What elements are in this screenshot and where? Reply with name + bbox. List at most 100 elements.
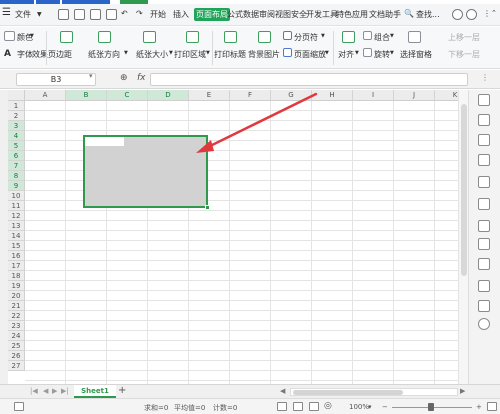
more-options-icon[interactable]: ⋮: [483, 9, 491, 18]
chevron-down-icon[interactable]: ▾: [368, 403, 372, 411]
row-header[interactable]: 23: [8, 321, 25, 331]
chevron-down-icon[interactable]: ▾: [89, 72, 93, 80]
select-icon[interactable]: [478, 114, 490, 126]
row-header[interactable]: 21: [8, 301, 25, 311]
bring-forward-button[interactable]: 上移一层: [448, 32, 480, 43]
menu-insert[interactable]: 插入: [173, 9, 189, 20]
print-preview-icon[interactable]: [106, 9, 117, 20]
row-header[interactable]: 12: [8, 211, 25, 221]
margins-icon[interactable]: [60, 31, 73, 43]
row-header[interactable]: 11: [8, 201, 25, 211]
column-header-b[interactable]: B: [66, 90, 107, 101]
row-header[interactable]: 27: [8, 361, 25, 371]
collapse-ribbon-icon[interactable]: ⌃: [491, 9, 497, 17]
scroll-left-icon[interactable]: ◀: [280, 387, 285, 395]
export-icon[interactable]: [478, 258, 490, 270]
color-scheme-icon[interactable]: [4, 31, 15, 41]
column-header-a[interactable]: A: [25, 90, 66, 101]
tools-icon[interactable]: [478, 300, 490, 312]
row-header[interactable]: 4: [8, 131, 25, 141]
more-options-icon[interactable]: ⋮: [481, 73, 489, 82]
menu-formulas[interactable]: 公式: [227, 9, 243, 20]
function-icon[interactable]: fx: [137, 73, 146, 83]
orientation-icon[interactable]: [98, 31, 111, 43]
menu-home[interactable]: 开始: [150, 9, 166, 20]
row-header[interactable]: 1: [8, 101, 25, 111]
row-header[interactable]: 13: [8, 221, 25, 231]
hamburger-menu-icon[interactable]: ☰: [2, 7, 11, 18]
first-sheet-icon[interactable]: |◀: [30, 387, 38, 395]
scroll-right-icon[interactable]: ▶: [460, 387, 465, 395]
menu-security[interactable]: 安全: [291, 9, 307, 20]
menu-file[interactable]: 文件: [15, 9, 31, 20]
chevron-down-icon[interactable]: ▼: [124, 50, 128, 56]
fill-handle[interactable]: [205, 205, 210, 210]
backup-icon[interactable]: [478, 280, 490, 292]
active-cell[interactable]: [85, 137, 124, 146]
normal-view-icon[interactable]: [277, 402, 287, 411]
selected-range[interactable]: [83, 135, 210, 210]
menu-developer[interactable]: 开发工具: [306, 9, 338, 20]
background-image-button[interactable]: 背景图片: [248, 49, 280, 60]
selection-pane-icon[interactable]: [408, 31, 421, 43]
select-all-corner[interactable]: [8, 90, 25, 101]
row-header[interactable]: 10: [8, 191, 25, 201]
next-sheet-icon[interactable]: ▶: [52, 387, 57, 395]
shape-icon[interactable]: [478, 134, 490, 146]
style-icon[interactable]: [478, 176, 490, 188]
format-icon[interactable]: [478, 198, 490, 210]
add-sheet-button[interactable]: +: [118, 385, 126, 397]
chevron-down-icon[interactable]: ▼: [206, 50, 210, 56]
last-sheet-icon[interactable]: ▶|: [61, 387, 69, 395]
row-header[interactable]: 6: [8, 151, 25, 161]
chart-icon[interactable]: [478, 238, 490, 250]
row-header[interactable]: 7: [8, 161, 25, 171]
chevron-down-icon[interactable]: ▼: [30, 33, 34, 39]
column-header-f[interactable]: F: [230, 90, 271, 101]
macro-icon[interactable]: [14, 402, 24, 411]
page-zoom-icon[interactable]: [283, 48, 292, 57]
search-box[interactable]: 查找...: [416, 9, 440, 20]
rotate-button[interactable]: 旋转: [374, 49, 390, 60]
paper-size-icon[interactable]: [143, 31, 156, 43]
row-header[interactable]: 24: [8, 331, 25, 341]
help-icon[interactable]: [478, 318, 490, 330]
send-backward-button[interactable]: 下移一层: [448, 49, 480, 60]
column-header-c[interactable]: C: [107, 90, 148, 101]
search-icon[interactable]: 🔍: [404, 9, 414, 18]
menu-special-apps[interactable]: 特色应用: [336, 9, 368, 20]
rotate-icon[interactable]: [363, 48, 372, 57]
chevron-down-icon[interactable]: ▼: [390, 33, 394, 39]
zoom-search-icon[interactable]: ⊕: [120, 73, 128, 83]
menu-page-layout[interactable]: 页面布局: [194, 8, 230, 21]
orientation-button[interactable]: 纸张方向: [88, 49, 120, 60]
print-icon[interactable]: [90, 9, 101, 20]
help-icon[interactable]: [466, 9, 477, 20]
row-header[interactable]: 22: [8, 311, 25, 321]
column-header-i[interactable]: I: [353, 90, 394, 101]
name-box[interactable]: B3: [16, 73, 96, 86]
row-header[interactable]: 20: [8, 291, 25, 301]
redo-icon[interactable]: ↷: [136, 9, 143, 18]
background-image-icon[interactable]: [258, 31, 271, 43]
pen-icon[interactable]: [478, 154, 490, 166]
row-header[interactable]: 25: [8, 341, 25, 351]
page-break-preview-icon[interactable]: [309, 402, 319, 411]
chevron-down-icon[interactable]: ▼: [169, 50, 173, 56]
sheet-tab-active[interactable]: Sheet1: [74, 385, 116, 398]
print-titles-button[interactable]: 打印标题: [214, 49, 246, 60]
selection-pane-button[interactable]: 选择窗格: [400, 49, 432, 60]
chevron-down-icon[interactable]: ▼: [390, 50, 394, 56]
zoom-in-button[interactable]: +: [476, 403, 482, 411]
row-header[interactable]: 26: [8, 351, 25, 361]
row-header[interactable]: 14: [8, 231, 25, 241]
cell-area[interactable]: [25, 101, 468, 384]
zoom-level[interactable]: 100%: [349, 403, 369, 411]
eye-protection-icon[interactable]: ◎: [324, 401, 332, 411]
row-header[interactable]: 19: [8, 281, 25, 291]
row-header[interactable]: 17: [8, 261, 25, 271]
row-header[interactable]: 5: [8, 141, 25, 151]
column-header-h[interactable]: H: [312, 90, 353, 101]
chevron-down-icon[interactable]: ▼: [321, 33, 325, 39]
spreadsheet-grid[interactable]: A B C D E F G H I J K 1 2 3 4 5 6 7 8 9 …: [8, 90, 468, 384]
